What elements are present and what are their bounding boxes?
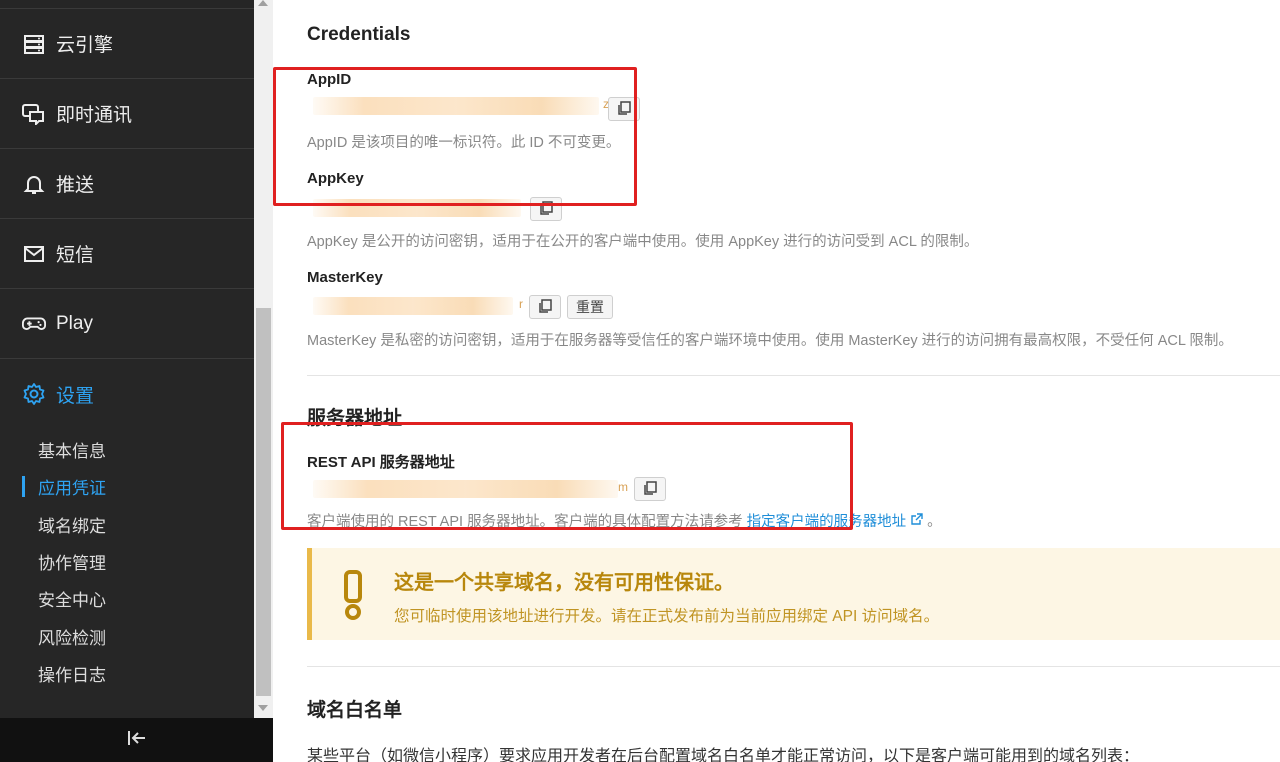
shared-domain-warning: 这是一个共享域名，没有可用性保证。 您可临时使用该地址进行开发。请在正式发布前为… [307, 548, 1280, 640]
sidebar-item-settings[interactable]: 设置 [0, 359, 254, 429]
masterkey-value-tail: r [519, 297, 523, 311]
sidebar-subitem-app-keys[interactable]: 应用凭证 [0, 468, 254, 505]
masterkey-hint: MasterKey 是私密的访问密钥，适用于在服务器等受信任的客户端环境中使用。… [307, 333, 1233, 349]
gamepad-icon [22, 312, 46, 336]
sidebar-item-label: 云引擎 [56, 35, 114, 56]
sidebar-subitem-basic-info[interactable]: 基本信息 [0, 431, 254, 468]
section-divider [307, 375, 1280, 376]
sidebar-item-label: Play [56, 312, 93, 334]
scroll-thumb[interactable] [256, 308, 271, 696]
credentials-title: Credentials [307, 24, 411, 45]
sidebar-item-im[interactable]: 即时通讯 [0, 79, 254, 149]
sidebar-scrollbar[interactable] [254, 0, 273, 718]
rest-api-hint-suffix: 。 [923, 514, 942, 530]
highlight-box-appid-appkey [273, 67, 637, 206]
reset-masterkey-button[interactable]: 重置 [567, 295, 613, 319]
sidebar-subitem-operation-log[interactable]: 操作日志 [0, 655, 254, 692]
sidebar-item-label: 即时通讯 [56, 105, 133, 126]
masterkey-value-masked: r [313, 297, 523, 315]
sidebar-subitem-collaboration[interactable]: 协作管理 [0, 543, 254, 580]
sidebar-item-sms[interactable]: 短信 [0, 219, 254, 289]
sidebar-item-cloud-engine[interactable]: 云引擎 [0, 9, 254, 79]
gear-icon [22, 382, 46, 406]
sidebar-item-label: 短信 [56, 245, 95, 266]
sidebar-item-push[interactable]: 推送 [0, 149, 254, 219]
scroll-down-icon[interactable] [258, 705, 268, 711]
sidebar-item-label: 设置 [56, 385, 95, 407]
external-link-icon[interactable] [910, 513, 923, 530]
domain-whitelist-description: 某些平台（如微信小程序）要求应用开发者在后台配置域名白名单才能正常访问，以下是客… [307, 748, 1140, 762]
warning-description: 您可临时使用该地址进行开发。请在正式发布前为当前应用绑定 API 访问域名。 [394, 608, 940, 625]
server-icon [22, 32, 46, 56]
masterkey-label: MasterKey [307, 269, 383, 286]
scroll-up-icon[interactable] [258, 0, 268, 6]
bell-icon [22, 172, 46, 196]
exclamation-icon [340, 570, 366, 625]
sidebar: 云引擎 即时通讯 推送 短信 Play 设置 基本信息 应用凭证 域名绑定 协作… [0, 0, 254, 762]
highlight-box-rest-api [281, 422, 853, 530]
sidebar-subitem-security[interactable]: 安全中心 [0, 580, 254, 617]
sidebar-item-label: 推送 [56, 175, 95, 196]
sidebar-subitem-domain-binding[interactable]: 域名绑定 [0, 506, 254, 543]
section-divider [307, 666, 1280, 667]
copy-icon [538, 298, 552, 316]
domain-whitelist-title: 域名白名单 [307, 700, 403, 721]
sidebar-subitem-risk-detection[interactable]: 风险检测 [0, 618, 254, 655]
warning-title: 这是一个共享域名，没有可用性保证。 [394, 572, 734, 594]
sidebar-item-play[interactable]: Play [0, 289, 254, 359]
sidebar-collapse-button[interactable] [0, 718, 273, 762]
main-content: Credentials AppID z AppID 是该项目的唯一标识符。此 I… [273, 0, 1280, 762]
mail-icon [22, 242, 46, 266]
appkey-hint: AppKey 是公开的访问密钥，适用于在公开的客户端中使用。使用 AppKey … [307, 234, 979, 250]
chat-icon [22, 102, 46, 126]
copy-masterkey-button[interactable] [529, 295, 561, 319]
collapse-left-icon [126, 729, 148, 752]
